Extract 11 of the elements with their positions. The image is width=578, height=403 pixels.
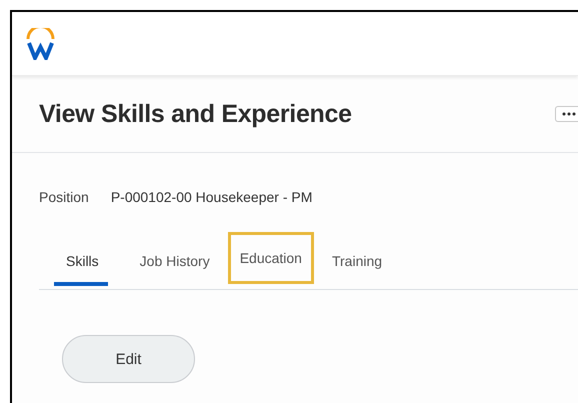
page-title: View Skills and Experience xyxy=(39,100,352,128)
tab[interactable]: Training xyxy=(320,232,394,289)
more-button[interactable] xyxy=(555,106,578,122)
tab[interactable]: Skills xyxy=(51,232,111,289)
position-value: P-000102-00 Housekeeper - PM xyxy=(110,189,312,205)
position-label: Position xyxy=(39,189,89,205)
more-icon xyxy=(562,112,576,116)
logo-icon xyxy=(26,28,55,60)
tab[interactable]: Education xyxy=(228,232,314,284)
tab[interactable]: Job History xyxy=(128,232,222,289)
edit-button[interactable]: Edit xyxy=(62,335,195,383)
